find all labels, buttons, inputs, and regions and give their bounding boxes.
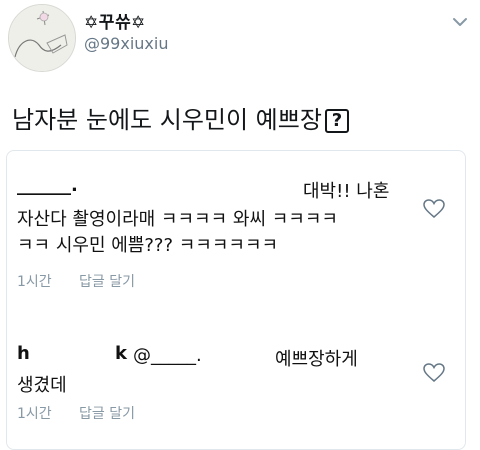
comment-author-tail[interactable]: k — [115, 343, 127, 364]
comment-time: 1시간 — [17, 274, 52, 290]
reply-button[interactable]: 답글 달기 — [79, 403, 135, 423]
comment-line: 생겼데 — [17, 375, 67, 396]
comment-line: 예쁘장하게 — [275, 349, 358, 370]
chevron-down-icon[interactable] — [449, 14, 471, 30]
question-box-emoji: ? — [324, 109, 349, 133]
heart-icon[interactable] — [423, 363, 445, 383]
tweet-text-body: 남자분 눈에도 시우민이 예쁘장 — [12, 106, 322, 134]
comment-time: 1시간 — [17, 406, 52, 422]
user-handle[interactable]: @99xiuxiu — [84, 34, 168, 53]
comment-author[interactable]: ______. — [17, 175, 78, 196]
mention-link[interactable]: @_____. — [133, 345, 202, 366]
comment-line: ㅋㅋ 시우민 에쁨??? ㅋㅋㅋㅋㅋㅋ — [17, 235, 279, 256]
avatar-drawing — [9, 5, 75, 71]
tweet-text: 남자분 눈에도 시우민이 예쁘장? — [12, 100, 349, 135]
display-name[interactable]: ✡꾸쓔✡ — [84, 8, 146, 33]
embedded-comments-card: ______. 대박!! 나혼 자산다 촬영이라매 ㅋㅋㅋㅋ 와씨 ㅋㅋㅋㅋ ㅋ… — [6, 150, 466, 450]
comment-line: 대박!! 나혼 — [303, 181, 390, 202]
reply-button[interactable]: 답글 달기 — [79, 271, 135, 291]
comment-line: 자산다 촬영이라매 ㅋㅋㅋㅋ 와씨 ㅋㅋㅋㅋ — [17, 209, 338, 230]
heart-icon[interactable] — [423, 199, 445, 219]
avatar[interactable] — [8, 4, 76, 72]
comment-author[interactable]: h — [17, 343, 30, 364]
